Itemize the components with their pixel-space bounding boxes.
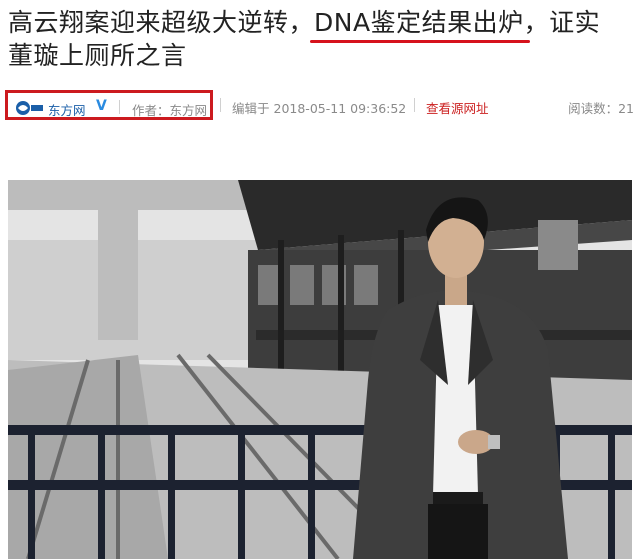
title-suffix: ，证实 — [523, 8, 601, 37]
photo-illustration — [8, 180, 632, 559]
title-prefix: 高云翔案迎来超级大逆转， — [8, 8, 315, 37]
divider — [414, 98, 415, 112]
article-meta: 东方网 V 作者：东方网 编辑于 2018-05-11 09:36:52 查看源… — [0, 88, 640, 124]
author-name: 东方网 — [169, 103, 208, 118]
divider — [220, 98, 221, 112]
edited-label: 编辑于 — [232, 101, 270, 116]
view-source-link[interactable]: 查看源网址 — [426, 98, 489, 117]
author-label: 作者： — [132, 103, 170, 118]
verified-v-icon: V — [96, 98, 107, 114]
reads-count: 21 — [618, 101, 634, 116]
title-highlight: DNA鉴定结果出炉 — [310, 8, 530, 43]
title-line-2: 董璇上厕所之言 — [8, 41, 187, 70]
edited-time: 2018-05-11 09:36:52 — [273, 101, 407, 116]
source-box[interactable]: 东方网 V 作者：东方网 — [5, 90, 213, 120]
read-count: 阅读数：21 — [568, 98, 634, 117]
source-name[interactable]: 东方网 — [48, 100, 86, 119]
article-photo — [8, 180, 632, 559]
divider — [119, 100, 120, 114]
reads-label: 阅读数： — [568, 101, 619, 116]
source-logo-icon — [16, 101, 43, 115]
article-title: 高云翔案迎来超级大逆转，DNA鉴定结果出炉，证实 董璇上厕所之言 — [8, 6, 632, 72]
title-line-1: 高云翔案迎来超级大逆转，DNA鉴定结果出炉，证实 — [8, 6, 632, 43]
edited-info: 编辑于 2018-05-11 09:36:52 — [232, 98, 406, 117]
author: 作者：东方网 — [132, 100, 207, 119]
